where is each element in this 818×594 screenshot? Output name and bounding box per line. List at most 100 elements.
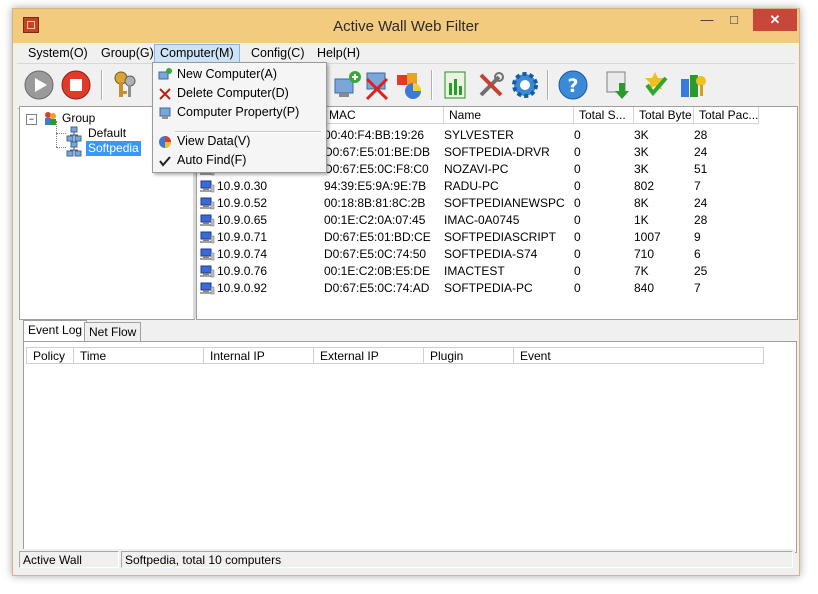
column-header-total-s[interactable]: Total S... xyxy=(574,107,634,124)
event-log-panel[interactable]: Policy Time Internal IP External IP Plug… xyxy=(23,341,797,553)
computer-menu-dropdown: New Computer(A) Delete Computer(D) Compu… xyxy=(152,62,327,173)
help-icon[interactable]: ? xyxy=(557,69,589,101)
delete-x-icon xyxy=(159,88,171,100)
computer-property-icon xyxy=(159,107,171,119)
event-header-time[interactable]: Time xyxy=(74,347,204,364)
approve-check-icon[interactable] xyxy=(639,69,671,101)
cell-name: SOFTPEDIA-DRVR xyxy=(444,145,550,159)
user-key-icon[interactable] xyxy=(677,69,709,101)
cell-ip: 10.9.0.92 xyxy=(217,281,268,295)
new-computer-icon xyxy=(158,68,172,80)
cell-total-pac: 51 xyxy=(694,162,708,176)
cell-mac: 00:1E:C2:0B:E5:DE xyxy=(324,264,431,278)
column-header-total-pac[interactable]: Total Pac... xyxy=(694,107,759,124)
menu-item-label: Delete Computer(D) xyxy=(177,86,289,100)
cell-name: IMAC-0A0745 xyxy=(444,213,520,227)
statistics-icon[interactable] xyxy=(393,69,425,101)
table-row[interactable]: 10.9.0.76 00:1E:C2:0B:E5:DE IMACTEST 0 7K 25 xyxy=(197,263,797,280)
cell-ip: 10.9.0.30 xyxy=(217,179,268,193)
table-row[interactable]: 10.9.0.71 D0:67:E5:01:BD:CE SOFTPEDIASCRIP… xyxy=(197,229,797,246)
report-icon[interactable] xyxy=(439,69,471,101)
cell-ip: 10.9.0.65 xyxy=(217,213,268,227)
cell-mac: D0:67:E5:01:BD:CE xyxy=(324,230,431,244)
menu-system[interactable]: System(O) xyxy=(23,45,93,62)
checkmark-icon xyxy=(159,156,171,167)
cell-total-pac: 7 xyxy=(694,281,701,295)
minimize-button[interactable]: — xyxy=(693,9,721,31)
table-row[interactable]: 10.9.0.52 00:18:8B:81:8C:2B SOFTPEDIANEWSP… xyxy=(197,195,797,212)
event-header-policy[interactable]: Policy xyxy=(26,347,74,364)
add-computer-icon[interactable] xyxy=(331,69,363,101)
cell-mac: 00:40:F4:BB:19:26 xyxy=(324,128,425,142)
menu-item-new-computer[interactable]: New Computer(A) xyxy=(153,65,326,84)
cell-mac: D0:67:E5:0C:74:AD xyxy=(324,281,430,295)
cell-total-s: 0 xyxy=(574,179,581,193)
cell-total-s: 0 xyxy=(574,145,581,159)
tools-icon[interactable] xyxy=(475,69,507,101)
menu-group[interactable]: Group(G) xyxy=(96,45,159,62)
download-icon[interactable] xyxy=(601,69,633,101)
tree-line xyxy=(56,147,66,148)
computer-icon xyxy=(200,265,215,278)
cell-name: SOFTPEDIANEWSPC xyxy=(444,196,565,210)
menu-computer[interactable]: Computer(M) xyxy=(154,44,240,63)
event-header-plugin[interactable]: Plugin xyxy=(424,347,514,364)
svg-text:?: ? xyxy=(567,75,578,97)
cell-total-s: 0 xyxy=(574,230,581,244)
menu-item-auto-find[interactable]: Auto Find(F) xyxy=(153,151,326,170)
cell-name: SYLVESTER xyxy=(444,128,514,142)
column-header-mac[interactable]: MAC xyxy=(324,107,444,124)
event-header-internal-ip[interactable]: Internal IP xyxy=(204,347,314,364)
cell-total-s: 0 xyxy=(574,247,581,261)
column-header-total-byte[interactable]: Total Byte xyxy=(634,107,694,124)
play-icon[interactable] xyxy=(23,69,55,101)
tree-node-default[interactable]: Default xyxy=(88,126,126,141)
keys-icon[interactable] xyxy=(109,69,141,101)
maximize-button[interactable]: □ xyxy=(721,9,747,31)
tree-expander[interactable]: − xyxy=(26,114,37,125)
computer-icon xyxy=(200,180,215,193)
menu-item-view-data[interactable]: View Data(V) xyxy=(153,132,326,151)
computer-icon xyxy=(200,214,215,227)
table-row[interactable]: 10.9.0.65 00:1E:C2:0A:07:45 IMAC-0A0745 0 1K… xyxy=(197,212,797,229)
title-bar[interactable]: Active Wall Web Filter — □ ✕ xyxy=(13,9,799,43)
column-header-name[interactable]: Name xyxy=(444,107,574,124)
cell-name: IMACTEST xyxy=(444,264,505,278)
status-bar: Active Wall Softpedia, total 10 computer… xyxy=(17,549,795,571)
status-app-name: Active Wall xyxy=(19,551,119,568)
cell-total-s: 0 xyxy=(574,128,581,142)
settings-gear-icon[interactable] xyxy=(509,69,541,101)
tree-node-group[interactable]: Group xyxy=(62,111,95,126)
delete-computer-icon[interactable] xyxy=(361,69,393,101)
menu-item-label: View Data(V) xyxy=(177,134,251,148)
network-group-icon xyxy=(66,141,82,157)
cell-mac: D0:67:E5:0C:74:50 xyxy=(324,247,427,261)
network-group-icon xyxy=(66,126,82,142)
table-row[interactable]: 10.9.0.74 D0:67:E5:0C:74:50 SOFTPEDIA-S74 0… xyxy=(197,246,797,263)
tab-event-log[interactable]: Event Log xyxy=(23,320,88,342)
close-button[interactable]: ✕ xyxy=(753,9,797,31)
cell-total-byte: 3K xyxy=(634,162,649,176)
computer-icon xyxy=(200,231,215,244)
group-icon xyxy=(45,112,56,125)
menu-help[interactable]: Help(H) xyxy=(312,45,365,62)
event-header-external-ip[interactable]: External IP xyxy=(314,347,424,364)
cell-mac: 94:39:E5:9A:9E:7B xyxy=(324,179,427,193)
cell-total-s: 0 xyxy=(574,264,581,278)
toolbar: ? xyxy=(17,63,795,109)
toolbar-separator xyxy=(547,70,549,100)
tab-net-flow[interactable]: Net Flow xyxy=(84,322,142,342)
table-row[interactable]: 10.9.0.92 D0:67:E5:0C:74:AD SOFTPEDIA-PC 0 8… xyxy=(197,280,797,297)
cell-total-byte: 3K xyxy=(634,145,649,159)
menu-item-computer-property[interactable]: Computer Property(P) xyxy=(153,103,326,122)
menu-item-delete-computer[interactable]: Delete Computer(D) xyxy=(153,84,326,103)
event-header-event[interactable]: Event xyxy=(514,347,764,364)
tree-node-softpedia[interactable]: Softpedia xyxy=(86,141,141,156)
stop-icon[interactable] xyxy=(60,69,92,101)
cell-ip: 10.9.0.76 xyxy=(217,264,268,278)
cell-total-s: 0 xyxy=(574,196,581,210)
window-title: Active Wall Web Filter xyxy=(333,18,479,35)
menu-config[interactable]: Config(C) xyxy=(246,45,310,62)
tree-line xyxy=(56,133,66,134)
table-row[interactable]: 10.9.0.30 94:39:E5:9A:9E:7B RADU-PC 0 802 7 xyxy=(197,178,797,195)
